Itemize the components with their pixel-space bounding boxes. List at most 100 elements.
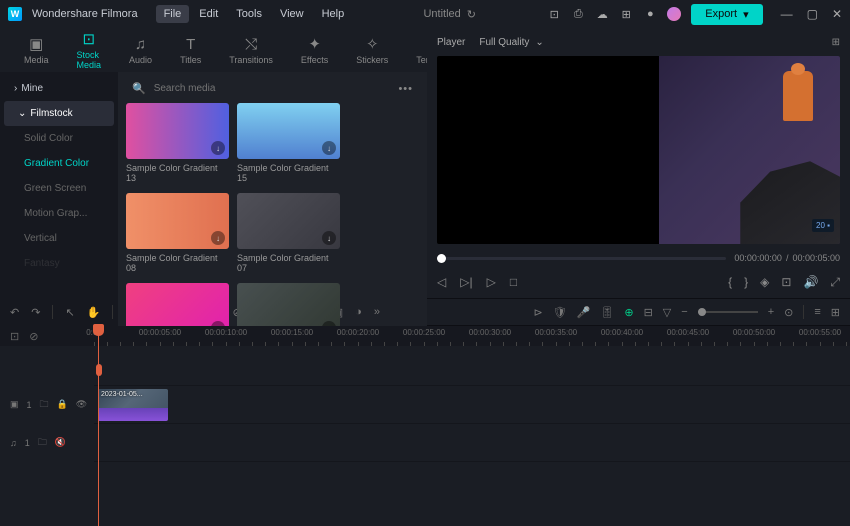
grid-item[interactable]: ↓Sample Color Gradient 13 [126,103,229,185]
magnet-icon[interactable]: ⊘ [29,330,38,343]
list-icon[interactable]: ≡ [814,306,820,318]
close-icon[interactable]: ✕ [832,7,842,21]
sidebar-item-fantasy[interactable]: Fantasy [0,251,118,276]
save-icon[interactable]: ⎙ [571,7,585,21]
timeline[interactable]: ▣ 1 🗀 🔒 👁 2023-01-05... ♫ 1 🗀 🔇 [0,346,850,501]
marker-icon[interactable]: ◈ [760,275,769,289]
ruler-marks[interactable]: 0:0000:00:05:0000:00:10:0000:00:15:0000:… [94,326,850,346]
thumbnail[interactable]: ↓ [237,103,340,159]
snap-icon[interactable]: ⊟ [644,306,653,319]
thumbnail[interactable]: ↓ [126,193,229,249]
grid-item[interactable]: ↓Sample Color Gradient 07 [237,193,340,275]
menu-edit[interactable]: Edit [191,5,226,23]
menu-tools[interactable]: Tools [228,5,270,23]
quality-select[interactable]: Full Quality⌄ [479,37,543,48]
folder-icon[interactable]: 🗀 [40,397,49,413]
fullscreen-icon[interactable]: ⤢ [830,275,840,290]
timeline-ruler[interactable]: ⊡ ⊘ 0:0000:00:05:0000:00:10:0000:00:15:0… [0,326,850,346]
mark-in-icon[interactable]: { [728,275,732,289]
zoom-fit-icon[interactable]: ⊙ [784,306,793,319]
play-icon[interactable]: ▷ [487,275,496,289]
mute-icon[interactable]: 🔇 [55,437,66,448]
tab-effects[interactable]: ✦Effects [287,31,342,69]
ruler-mark: 00:00:45:00 [667,328,709,337]
download-icon[interactable]: ↓ [322,231,336,245]
progress-track[interactable] [437,257,726,260]
undo-icon[interactable]: ↶ [10,306,19,319]
zoom-in-icon[interactable]: + [768,306,774,318]
download-icon[interactable]: ↓ [322,141,336,155]
tab-stock-media[interactable]: ⊡Stock Media [63,26,116,74]
mask-icon[interactable]: ◑ [355,306,362,318]
tab-media[interactable]: ▣Media [10,31,63,69]
menu-help[interactable]: Help [314,5,353,23]
zoom-out-icon[interactable]: − [681,306,687,318]
sidebar-item-vertical[interactable]: Vertical [0,226,118,251]
toolbar-right: ⊳ 🛡 🎤 🎚 ⊕ ⊟ ▽ − + ⊙ ≡ ⊞ [534,305,841,319]
track-icon[interactable]: ⊡ [10,330,19,343]
lock-icon[interactable]: 🔒 [57,399,68,410]
pointer-icon[interactable]: ↖ [65,306,74,319]
sidebar-item-solid[interactable]: Solid Color [0,126,118,151]
voice-icon[interactable]: 🛡 [553,306,567,319]
more-icon[interactable]: ••• [398,83,413,95]
volume-icon[interactable]: 🔊 [803,275,818,289]
playhead-handle[interactable] [93,324,104,336]
mixer-icon[interactable]: 🎚 [600,306,614,319]
tab-stickers[interactable]: ✧Stickers [342,31,402,69]
thumbnail[interactable]: ↓ [237,193,340,249]
grid-icon[interactable]: ⊞ [619,7,633,21]
mark-out-icon[interactable]: } [744,275,748,289]
auto-icon[interactable]: ⊕ [624,306,633,319]
avatar[interactable] [667,7,681,21]
stop-icon[interactable]: □ [510,275,517,289]
sidebar-item-motion[interactable]: Motion Grap... [0,201,118,226]
hand-icon[interactable]: ✋ [87,306,101,319]
cloud-icon[interactable]: ☁ [595,7,609,21]
progress-handle[interactable] [437,254,446,263]
search-input[interactable] [154,83,391,94]
redo-icon[interactable]: ↷ [31,306,40,319]
snapshot-icon[interactable]: ⊞ [832,37,840,48]
notification-icon[interactable]: ● [643,7,657,21]
eye-icon[interactable]: 👁 [76,399,87,410]
download-icon[interactable]: ↓ [211,141,225,155]
grid-item[interactable]: ↓ Sample Color Gradient 08 [126,193,229,275]
maximize-icon[interactable]: ▢ [807,7,818,21]
mic-icon[interactable]: 🎤 [577,306,591,319]
menu-view[interactable]: View [272,5,312,23]
more-tools-icon[interactable]: » [374,306,380,318]
export-button[interactable]: Export ▾ [691,4,762,25]
thumbnail[interactable]: ↓ [126,103,229,159]
settings-icon[interactable]: ⊞ [831,306,840,319]
menu-file[interactable]: File [156,5,190,23]
play-back-icon[interactable]: ▷| [460,275,472,289]
download-icon[interactable]: ↓ [211,231,225,245]
marker-add-icon[interactable]: ▽ [663,306,671,319]
sidebar-item-gradient[interactable]: Gradient Color [0,151,118,176]
minimize-icon[interactable]: — [781,7,793,21]
sidebar-item-mine[interactable]: ›Mine [0,76,118,101]
ruler-mark: 00:00:40:00 [601,328,643,337]
history-icon[interactable]: ↻ [467,8,476,21]
zoom-handle[interactable] [698,308,706,316]
video-clip[interactable]: 2023-01-05... [98,389,168,421]
tab-audio[interactable]: ♫Audio [115,32,166,69]
app-logo: W [8,7,22,21]
screen-icon[interactable]: ⊡ [547,7,561,21]
camera-icon[interactable]: ⊡ [781,275,791,289]
prev-frame-icon[interactable]: ◁ [437,275,446,289]
folder-icon[interactable]: 🗀 [38,435,47,451]
tab-transitions[interactable]: ⤭Transitions [215,32,287,69]
preview-viewport[interactable]: 20 ▪ [437,56,840,244]
playhead[interactable] [98,326,99,526]
grid-item[interactable]: ↓Sample Color Gradient 15 [237,103,340,185]
sidebar-item-green[interactable]: Green Screen [0,176,118,201]
zoom-slider[interactable] [698,311,758,313]
sidebar-item-filmstock[interactable]: ⌄Filmstock [4,101,114,126]
video-track[interactable]: ▣ 1 🗀 🔒 👁 2023-01-05... [94,386,850,424]
render-icon[interactable]: ⊳ [534,306,543,319]
thumb-label: Sample Color Gradient 08 [126,249,229,275]
tab-titles[interactable]: TTitles [166,32,215,69]
audio-track[interactable]: ♫ 1 🗀 🔇 [94,424,850,462]
